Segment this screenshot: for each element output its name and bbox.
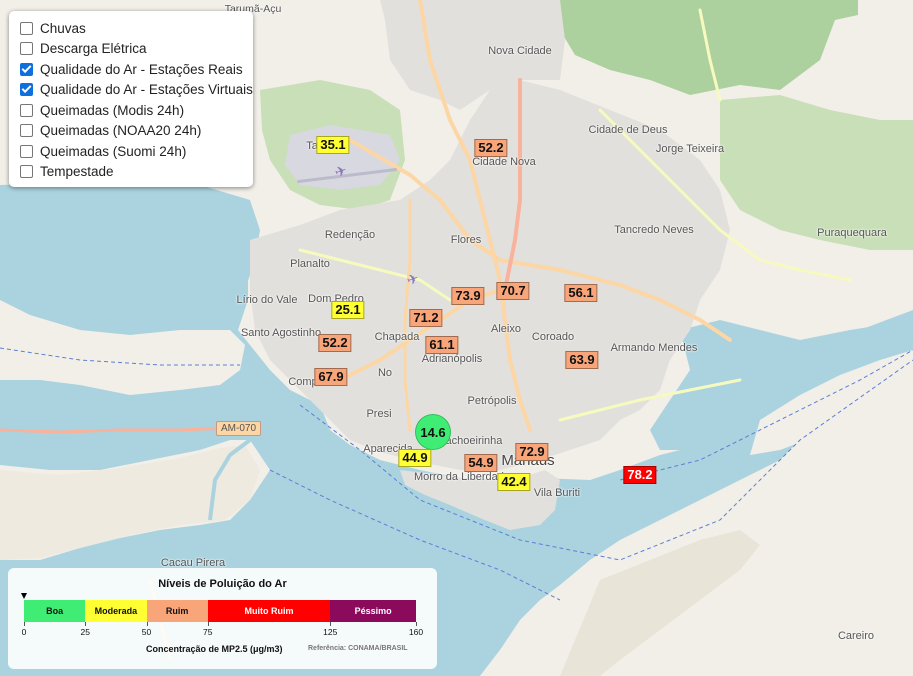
station-marker[interactable]: 73.9 [451, 287, 485, 305]
place-label: Planalto [290, 258, 330, 270]
layer-checkbox[interactable] [20, 144, 33, 158]
place-label: Coroado [531, 331, 575, 343]
layer-list: Chuvas Descarga Elétrica Qualidade do Ar -… [20, 18, 253, 182]
layer-checkbox[interactable] [20, 124, 33, 138]
legend-category: Ruim [146, 600, 208, 622]
station-marker[interactable]: 52.2 [474, 139, 508, 157]
road-shield-am070: AM-070 [216, 421, 262, 436]
place-label: Jorge Teixeira [655, 143, 725, 155]
legend-pointer-icon [21, 593, 27, 599]
legend-tick [330, 622, 332, 626]
legend-tick-label: 125 [323, 627, 338, 637]
legend-tick [85, 622, 87, 626]
legend-tick-label: 50 [141, 627, 152, 637]
station-marker[interactable]: 63.9 [565, 351, 599, 369]
layer-toggle-1[interactable]: Descarga Elétrica [20, 39, 253, 60]
layer-label: Queimadas (Modis 24h) [40, 102, 185, 118]
legend-category: Moderada [85, 600, 147, 622]
legend-tick-label: 160 [408, 627, 424, 637]
station-marker[interactable]: 44.9 [398, 449, 432, 467]
layer-label: Queimadas (Suomi 24h) [40, 143, 187, 159]
legend-tick-label: 25 [80, 627, 90, 637]
layer-toggle-6[interactable]: Queimadas (Suomi 24h) [20, 141, 253, 162]
place-label: Comp [288, 376, 318, 388]
station-marker[interactable]: 25.1 [331, 301, 365, 319]
layer-checkbox[interactable] [20, 83, 33, 97]
station-marker[interactable]: 78.2 [623, 466, 657, 484]
place-label: Careiro [837, 630, 875, 642]
legend-tick [416, 622, 417, 626]
layer-checkbox[interactable] [20, 62, 33, 76]
place-label: Chapada [374, 331, 420, 343]
place-label: Petrópolis [467, 395, 517, 407]
place-label: Cidade de Deus [588, 124, 668, 136]
station-marker[interactable]: 71.2 [409, 309, 443, 327]
place-label: Tancredo Neves [614, 224, 694, 236]
place-label: Nova Cidade [488, 45, 552, 57]
station-marker[interactable]: 70.7 [496, 282, 530, 300]
legend-unit-label: Concentração de MP2.5 (μg/m3) [146, 644, 283, 654]
legend-tick-label: 0 [21, 627, 27, 637]
legend-category: Muito Ruim [207, 600, 331, 622]
legend-title: Níveis de Poluição do Ar [158, 578, 287, 590]
layer-checkbox[interactable] [20, 103, 33, 117]
layer-label: Tempestade [40, 164, 114, 180]
layer-label: Qualidade do Ar - Estações Virtuais [40, 82, 253, 98]
layer-checkbox[interactable] [20, 42, 33, 56]
layer-checkbox[interactable] [20, 165, 33, 179]
place-label: Cidade Nova [472, 156, 536, 168]
place-label: Armando Mendes [610, 342, 698, 354]
place-label: No [377, 367, 393, 379]
layer-checkbox[interactable] [20, 21, 33, 35]
layer-toggle-3[interactable]: Qualidade do Ar - Estações Virtuais [20, 80, 253, 101]
place-label: Morro da Liberdade [413, 471, 511, 483]
station-marker[interactable]: 42.4 [497, 473, 531, 491]
place-label: Santo Agostinho [240, 327, 322, 339]
place-label: Adrianópolis [421, 353, 483, 365]
place-label: Aleixo [491, 323, 521, 335]
legend: Níveis de Poluição do Ar Boa Moderada Ruim… [8, 568, 437, 669]
station-marker[interactable]: 52.2 [318, 334, 352, 352]
place-label: Redenção [324, 229, 376, 241]
layer-label: Chuvas [40, 20, 86, 36]
legend-tick-label: 75 [203, 627, 213, 637]
legend-category: Péssimo [330, 600, 416, 622]
station-marker[interactable]: 54.9 [464, 454, 498, 472]
layer-label: Queimadas (NOAA20 24h) [40, 123, 202, 139]
place-label: Lírio do Vale [236, 294, 298, 306]
layer-toggle-0[interactable]: Chuvas [20, 18, 253, 39]
station-marker[interactable]: 61.1 [425, 336, 459, 354]
river-upper-left [0, 175, 260, 330]
station-marker[interactable]: 35.1 [316, 136, 350, 154]
layer-label: Descarga Elétrica [40, 41, 147, 57]
legend-category: Boa [24, 600, 86, 622]
station-marker[interactable]: 67.9 [314, 368, 348, 386]
place-label: Flores [450, 234, 482, 246]
legend-tick [207, 622, 209, 626]
place-label: Puraquequara [817, 227, 887, 239]
station-marker[interactable]: 56.1 [564, 284, 598, 302]
legend-tick [24, 622, 25, 626]
place-label: Presi [366, 408, 392, 420]
legend-tick [146, 622, 148, 626]
place-label: Vila Buriti [533, 487, 581, 499]
legend-reference: Referência: CONAMA/BRASIL [308, 645, 408, 652]
layer-label: Qualidade do Ar - Estações Reais [40, 61, 243, 77]
layer-toggle-4[interactable]: Queimadas (Modis 24h) [20, 100, 253, 121]
layer-control-panel: Chuvas Descarga Elétrica Qualidade do Ar -… [9, 11, 253, 187]
layer-toggle-5[interactable]: Queimadas (NOAA20 24h) [20, 121, 253, 142]
layer-toggle-2[interactable]: Qualidade do Ar - Estações Reais [20, 59, 253, 80]
station-marker[interactable]: 72.9 [515, 443, 549, 461]
station-marker[interactable]: 14.6 [415, 414, 451, 450]
layer-toggle-7[interactable]: Tempestade [20, 162, 253, 183]
